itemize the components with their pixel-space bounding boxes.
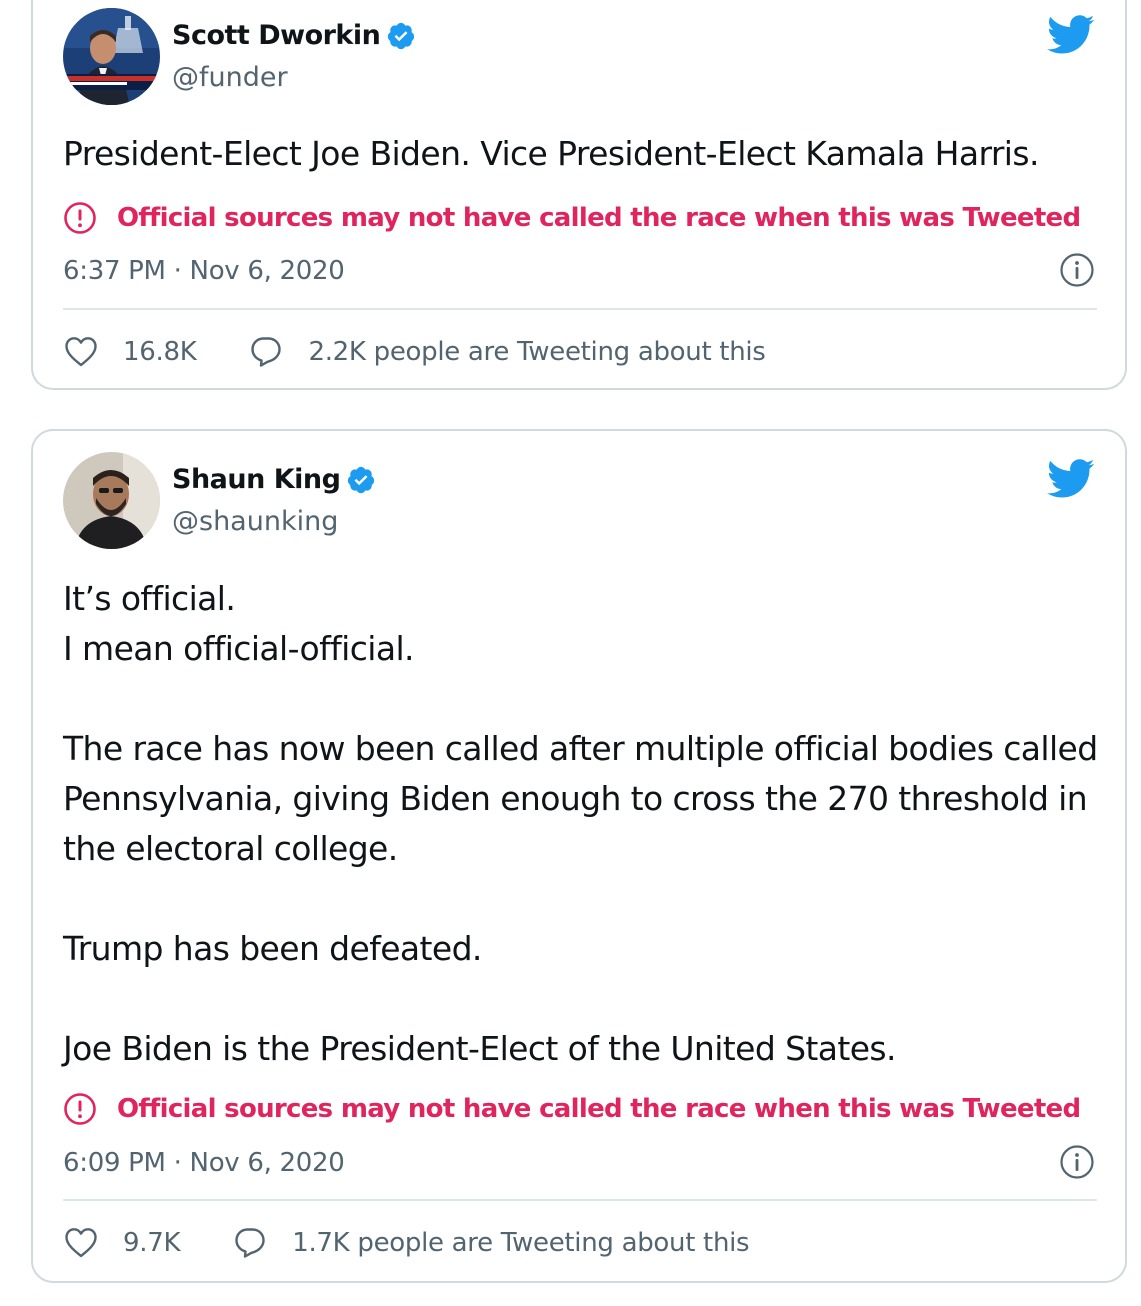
timestamp[interactable]: 6:37 PM · Nov 6, 2020 <box>63 256 345 286</box>
conversation-button[interactable]: 2.2K people are Tweeting about this <box>248 334 766 370</box>
author-name[interactable]: Shaun King <box>172 464 341 495</box>
author-name[interactable]: Scott Dworkin <box>172 20 381 51</box>
tweet-text: President-Elect Joe Biden. Vice Presiden… <box>63 134 1039 173</box>
verified-badge-icon <box>346 465 376 495</box>
timestamp[interactable]: 6:09 PM · Nov 6, 2020 <box>63 1148 345 1178</box>
election-notice[interactable]: Official sources may not have called the… <box>63 1092 1081 1126</box>
tweet-text: It’s official. I mean official-official.… <box>63 579 1098 1068</box>
like-count: 16.8K <box>123 337 197 367</box>
like-button[interactable]: 16.8K <box>63 334 197 370</box>
notice-text[interactable]: Official sources may not have called the… <box>117 203 1081 233</box>
like-button[interactable]: 9.7K <box>63 1225 181 1261</box>
alert-circle-icon <box>64 202 96 234</box>
heart-icon <box>65 337 97 367</box>
avatar[interactable] <box>63 8 160 105</box>
speech-bubble-icon <box>235 1228 265 1258</box>
avatar[interactable] <box>63 452 160 549</box>
info-icon[interactable] <box>1059 1144 1095 1180</box>
conversation-count: 2.2K people are Tweeting about this <box>308 337 766 367</box>
info-icon[interactable] <box>1059 252 1095 288</box>
author-handle[interactable]: @funder <box>172 62 288 93</box>
author-handle[interactable]: @shaunking <box>172 506 338 537</box>
verified-badge-icon <box>386 21 416 51</box>
divider <box>63 1199 1097 1201</box>
like-count: 9.7K <box>123 1228 181 1258</box>
twitter-bird-icon[interactable] <box>1047 459 1095 499</box>
election-notice[interactable]: Official sources may not have called the… <box>63 201 1081 235</box>
conversation-button[interactable]: 1.7K people are Tweeting about this <box>232 1225 750 1261</box>
tweet-card[interactable]: Scott Dworkin @funder President-Elect Jo… <box>31 0 1127 390</box>
divider <box>63 308 1097 310</box>
twitter-bird-icon[interactable] <box>1047 15 1095 55</box>
notice-text[interactable]: Official sources may not have called the… <box>117 1094 1081 1124</box>
alert-circle-icon <box>64 1093 96 1125</box>
conversation-count: 1.7K people are Tweeting about this <box>292 1228 750 1258</box>
speech-bubble-icon <box>251 337 282 367</box>
author-row[interactable]: Scott Dworkin <box>172 20 416 51</box>
tweet-card[interactable]: Shaun King @shaunking It’s official. I m… <box>31 429 1127 1283</box>
tweet-actions: 16.8K 2.2K people are Tweeting about thi… <box>63 334 766 370</box>
author-row[interactable]: Shaun King <box>172 464 376 495</box>
tweet-actions: 9.7K 1.7K people are Tweeting about this <box>63 1225 750 1261</box>
heart-icon <box>65 1228 97 1258</box>
